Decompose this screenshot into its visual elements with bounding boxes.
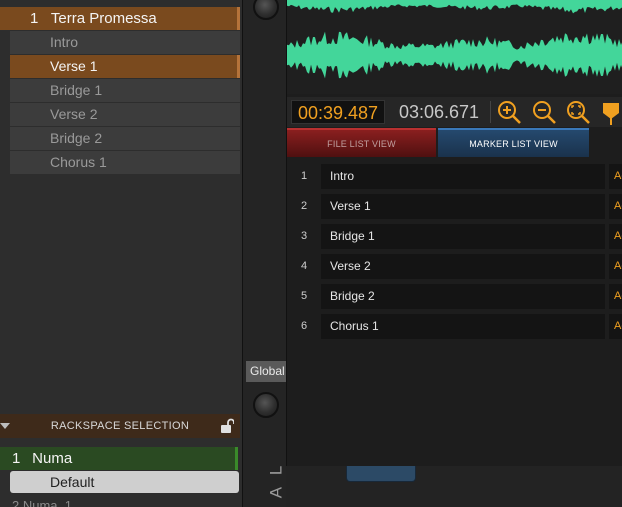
zoom-out-icon[interactable] — [531, 99, 557, 125]
vertical-label: A L — [266, 461, 286, 499]
rackspace-name: Numa — [32, 450, 73, 467]
song-part-label: Verse 1 — [50, 58, 98, 74]
marker-action-button[interactable]: Ac — [609, 254, 622, 279]
app-window: 1 Terra Promessa Intro Verse 1 Bridge 1 … — [0, 0, 622, 507]
marker-action-button[interactable]: Ac — [609, 314, 622, 339]
variation-label: Default — [50, 474, 95, 490]
current-time-display: 00:39.487 — [291, 100, 385, 124]
toolbar-divider — [490, 101, 491, 123]
marker-action-button[interactable]: Ac — [609, 164, 622, 189]
song-number: 1 — [30, 10, 39, 27]
marker-row[interactable]: 2 Verse 1 Ac — [291, 192, 622, 220]
marker-name-field[interactable]: Intro — [321, 164, 605, 189]
collapse-triangle-icon[interactable] — [0, 423, 10, 429]
marker-row[interactable]: 1 Intro Ac — [291, 162, 622, 190]
marker-list: 1 Intro Ac 2 Verse 1 Ac 3 Bridge 1 Ac 4 … — [291, 162, 622, 342]
marker-action-button[interactable]: Ac — [609, 224, 622, 249]
marker-index: 5 — [300, 290, 308, 302]
rack-strip — [242, 0, 286, 507]
marker-icon[interactable] — [599, 99, 622, 125]
marker-row[interactable]: 4 Verse 2 Ac — [291, 252, 622, 280]
marker-index: 4 — [300, 260, 308, 272]
unlock-icon[interactable] — [220, 418, 234, 434]
rackspace-section-header[interactable]: RACKSPACE SELECTION — [0, 414, 240, 438]
song-part-list: 1 Terra Promessa Intro Verse 1 Bridge 1 … — [0, 0, 240, 176]
zoom-in-icon[interactable] — [496, 99, 522, 125]
marker-index: 2 — [300, 200, 308, 212]
setlist-panel: 1 Terra Promessa Intro Verse 1 Bridge 1 … — [0, 0, 242, 507]
rackspace-item-next[interactable]: 2 Numa_1 — [12, 498, 72, 507]
marker-name-field[interactable]: Bridge 1 — [321, 224, 605, 249]
song-part-label: Verse 2 — [50, 106, 98, 122]
song-part-item[interactable]: Verse 2 — [10, 103, 240, 126]
marker-row[interactable]: 5 Bridge 2 Ac — [291, 282, 622, 310]
audio-player-panel: 00:39.487 03:06.671 FILE LIST VIEW MARKE… — [286, 0, 622, 466]
waveform-channel — [287, 0, 622, 14]
song-part-label: Bridge 2 — [50, 130, 103, 146]
marker-name-field[interactable]: Chorus 1 — [321, 314, 605, 339]
marker-name-field[interactable]: Verse 2 — [321, 254, 605, 279]
marker-row[interactable]: 6 Chorus 1 Ac — [291, 312, 622, 340]
rackspace-number: 1 — [12, 450, 21, 467]
marker-action-button[interactable]: Ac — [609, 284, 622, 309]
song-part-item[interactable]: Bridge 1 — [10, 79, 240, 102]
knob-control[interactable] — [253, 392, 279, 418]
waveform-display[interactable] — [287, 0, 622, 94]
transport-bar: 00:39.487 03:06.671 — [287, 97, 622, 127]
song-part-label: Intro — [50, 34, 79, 50]
variation-item[interactable]: Default — [10, 471, 239, 493]
rack-background — [286, 466, 622, 507]
song-item[interactable]: 1 Terra Promessa — [0, 7, 240, 30]
tab-marker-list-view[interactable]: MARKER LIST VIEW — [438, 128, 589, 157]
total-time-display: 03:06.671 — [398, 102, 480, 122]
song-part-label: Chorus 1 — [50, 154, 107, 170]
marker-index: 1 — [300, 170, 308, 182]
song-part-label: Bridge 1 — [50, 82, 103, 98]
rackspace-item[interactable]: 1 Numa — [0, 447, 238, 470]
panel-resize-handle[interactable] — [346, 466, 416, 482]
global-tab[interactable]: Global — [246, 361, 286, 382]
marker-action-button[interactable]: Ac — [609, 194, 622, 219]
zoom-fit-icon[interactable] — [565, 99, 591, 125]
waveform-channel — [287, 31, 622, 79]
song-part-item[interactable]: Chorus 1 — [10, 151, 240, 174]
view-tabs: FILE LIST VIEW MARKER LIST VIEW — [287, 128, 622, 157]
marker-name-field[interactable]: Bridge 2 — [321, 284, 605, 309]
rackspace-header-label: RACKSPACE SELECTION — [50, 420, 190, 432]
marker-row[interactable]: 3 Bridge 1 Ac — [291, 222, 622, 250]
tab-file-list-view[interactable]: FILE LIST VIEW — [287, 128, 436, 157]
marker-index: 3 — [300, 230, 308, 242]
song-part-item[interactable]: Intro — [10, 31, 240, 54]
song-part-item-selected[interactable]: Verse 1 — [10, 55, 240, 78]
song-part-item[interactable]: Bridge 2 — [10, 127, 240, 150]
song-name: Terra Promessa — [50, 10, 157, 27]
marker-name-field[interactable]: Verse 1 — [321, 194, 605, 219]
marker-index: 6 — [300, 320, 308, 332]
